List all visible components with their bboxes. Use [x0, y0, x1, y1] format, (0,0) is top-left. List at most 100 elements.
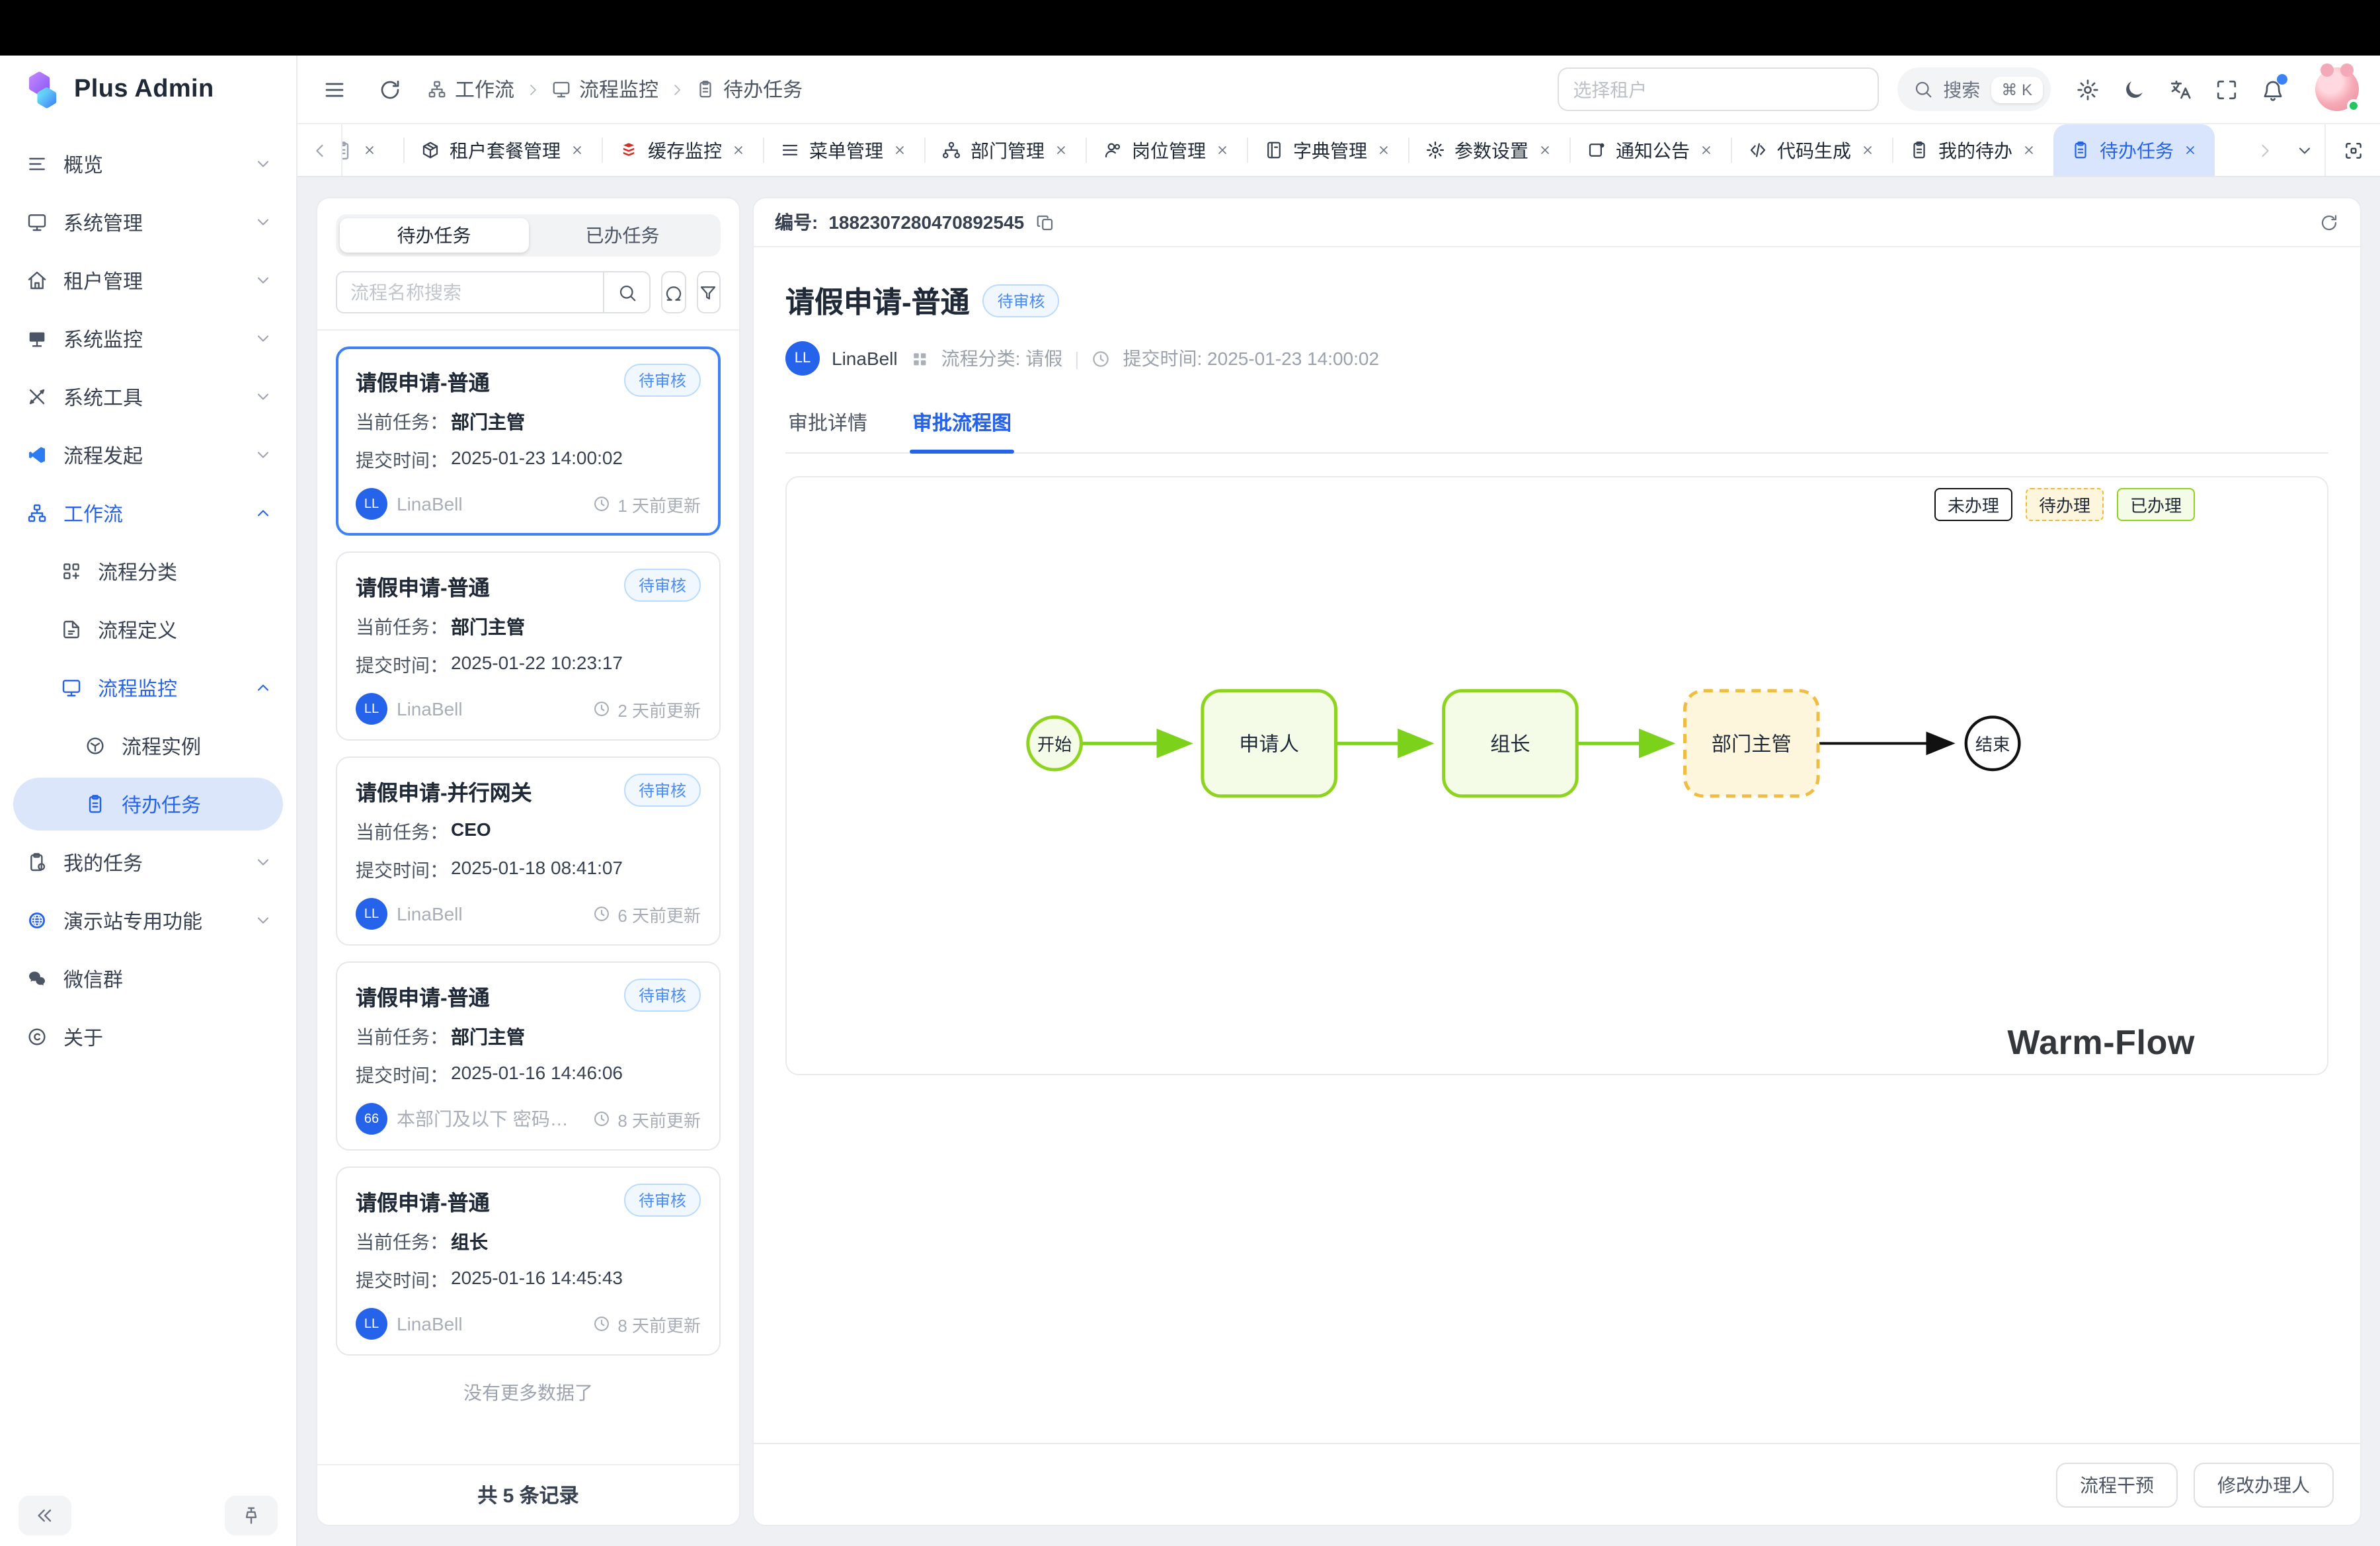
logo[interactable]: Plus Admin — [0, 56, 296, 124]
close-icon[interactable] — [1699, 143, 1714, 157]
clock-icon — [1091, 348, 1111, 368]
tab-dict-management[interactable]: 字典管理 — [1247, 124, 1408, 176]
sidebar-item-process-launch[interactable]: 流程发起 — [0, 426, 296, 484]
task-card[interactable]: 请假申请-普通 待审核 当前任务：部门主管 提交时间：2025-01-23 14… — [336, 346, 721, 536]
tabs-list-dropdown-button[interactable] — [2285, 141, 2324, 159]
close-icon[interactable] — [2183, 143, 2198, 157]
sidebar-item-my-tasks[interactable]: 我的任务 — [0, 833, 296, 891]
user-avatar[interactable] — [2315, 67, 2359, 111]
copy-icon[interactable] — [1035, 212, 1054, 232]
monitor-icon — [61, 677, 82, 698]
sidebar-item-system-monitor[interactable]: 系统监控 — [0, 309, 296, 368]
tab-tenant-package[interactable]: 租户套餐管理 — [403, 124, 602, 176]
sidebar-item-process-definition[interactable]: 流程定义 — [0, 600, 296, 659]
process-category: 流程分类: 请假 — [941, 345, 1063, 372]
tab-my-todo[interactable]: 我的待办 — [1892, 124, 2053, 176]
refresh-page-button[interactable] — [372, 71, 409, 108]
notifications-button[interactable] — [2254, 71, 2291, 108]
pin-sidebar-button[interactable] — [225, 1496, 278, 1535]
tab-post-management[interactable]: 岗位管理 — [1086, 124, 1247, 176]
close-icon[interactable] — [892, 143, 907, 157]
segment-todo-tasks[interactable]: 待办任务 — [340, 218, 528, 253]
code-icon — [1748, 140, 1768, 160]
legend-handled: 已办理 — [2117, 488, 2195, 521]
breadcrumb-todo-tasks[interactable]: 待办任务 — [695, 75, 803, 103]
breadcrumb-workflow[interactable]: 工作流 — [427, 75, 514, 103]
tab-dept-management[interactable]: 部门管理 — [924, 124, 1086, 176]
process-name-search-input[interactable] — [336, 271, 603, 313]
sidebar-item-demo-features[interactable]: 演示站专用功能 — [0, 891, 296, 950]
tabs-scroll-left-button[interactable] — [298, 124, 342, 176]
warm-flow-watermark: Warm-Flow — [2007, 1022, 2195, 1063]
chevron-up-icon — [254, 504, 272, 522]
fullscreen-icon — [2215, 77, 2239, 101]
dark-mode-toggle[interactable] — [2116, 71, 2153, 108]
tab-param-settings[interactable]: 参数设置 — [1408, 124, 1569, 176]
chevron-down-icon — [254, 271, 272, 290]
task-card[interactable]: 请假申请-并行网关 待审核 当前任务：CEO 提交时间：2025-01-18 0… — [336, 756, 721, 946]
search-button[interactable] — [603, 271, 651, 313]
tab-approval-flowchart[interactable]: 审批流程图 — [910, 397, 1014, 452]
fullscreen-button[interactable] — [2208, 71, 2245, 108]
tab-code-gen[interactable]: 代码生成 — [1731, 124, 1892, 176]
close-icon[interactable] — [570, 143, 584, 157]
tab-cache-monitor[interactable]: 缓存监控 — [602, 124, 763, 176]
task-card[interactable]: 请假申请-普通 待审核 当前任务：部门主管 提交时间：2025-01-22 10… — [336, 551, 721, 741]
online-status-dot — [2347, 99, 2360, 112]
sidebar-item-wechat-group[interactable]: 微信群 — [0, 950, 296, 1008]
flowchart-canvas[interactable]: 开始 申请人 组长 部门主管 结束 未办理 待办理 已办理 — [785, 476, 2328, 1075]
global-search-button[interactable]: 搜索 ⌘ K — [1897, 67, 2051, 111]
tools-icon — [26, 386, 48, 407]
sidebar-item-process-instance[interactable]: 流程实例 — [0, 717, 296, 775]
hamburger-icon — [323, 77, 346, 101]
collapse-sidebar-button[interactable] — [19, 1496, 71, 1535]
sidebar-item-overview[interactable]: 概览 — [0, 135, 296, 193]
clock-icon — [592, 905, 611, 923]
tab-menu-management[interactable]: 菜单管理 — [763, 124, 924, 176]
tab-notice[interactable]: 通知公告 — [1569, 124, 1731, 176]
refresh-icon — [378, 77, 402, 101]
tab-approval-detail[interactable]: 审批详情 — [785, 397, 870, 452]
tab-todo-tasks-active[interactable]: 待办任务 — [2053, 124, 2215, 176]
status-badge: 待审核 — [624, 364, 701, 397]
sidebar-item-about[interactable]: 关于 — [0, 1008, 296, 1066]
close-icon[interactable] — [2022, 143, 2036, 157]
no-more-data-text: 没有更多数据了 — [336, 1371, 721, 1419]
settings-button[interactable] — [2069, 71, 2106, 108]
hamburger-menu-button[interactable] — [316, 71, 353, 108]
change-assignee-button[interactable]: 修改办理人 — [2194, 1462, 2334, 1507]
close-icon[interactable] — [1215, 143, 1230, 157]
close-icon[interactable] — [1860, 143, 1875, 157]
close-icon[interactable] — [362, 143, 377, 157]
process-intervene-button[interactable]: 流程干预 — [2056, 1462, 2178, 1507]
sidebar-item-process-category[interactable]: 流程分类 — [0, 542, 296, 600]
task-card[interactable]: 请假申请-普通 待审核 当前任务：组长 提交时间：2025-01-16 14:4… — [336, 1166, 721, 1356]
segment-done-tasks[interactable]: 已办任务 — [528, 218, 717, 253]
reset-button[interactable] — [661, 271, 686, 313]
sidebar-item-tenant-management[interactable]: 租户管理 — [0, 251, 296, 309]
scan-icon — [2342, 140, 2363, 161]
sidebar-item-todo-tasks[interactable]: 待办任务 — [13, 778, 283, 831]
close-icon[interactable] — [731, 143, 746, 157]
tenant-select-input[interactable] — [1557, 67, 1878, 111]
close-icon[interactable] — [1538, 143, 1552, 157]
chevron-down-icon — [254, 911, 272, 930]
close-icon[interactable] — [1054, 143, 1068, 157]
refresh-icon[interactable] — [2319, 212, 2339, 232]
avatar: LL — [356, 488, 387, 520]
content-fullscreen-button[interactable] — [2324, 124, 2380, 176]
sidebar-item-process-monitor[interactable]: 流程监控 — [0, 659, 296, 717]
avatar: 66 — [356, 1103, 387, 1135]
sidebar-item-system-tools[interactable]: 系统工具 — [0, 368, 296, 426]
breadcrumb-process-monitor[interactable]: 流程监控 — [551, 75, 658, 103]
close-icon[interactable] — [1376, 143, 1391, 157]
task-card[interactable]: 请假申请-普通 待审核 当前任务：部门主管 提交时间：2025-01-16 14… — [336, 961, 721, 1151]
tabs-scroll-right-button[interactable] — [2245, 141, 2285, 159]
filter-button[interactable] — [696, 271, 721, 313]
tab-clipped[interactable] — [342, 124, 403, 176]
sidebar-item-workflow[interactable]: 工作流 — [0, 484, 296, 542]
header: 工作流 流程监控 待办任务 — [298, 56, 2380, 124]
sidebar-item-system-management[interactable]: 系统管理 — [0, 193, 296, 251]
flow-node-end: 结束 — [1975, 735, 2010, 754]
language-switch-button[interactable] — [2162, 71, 2199, 108]
